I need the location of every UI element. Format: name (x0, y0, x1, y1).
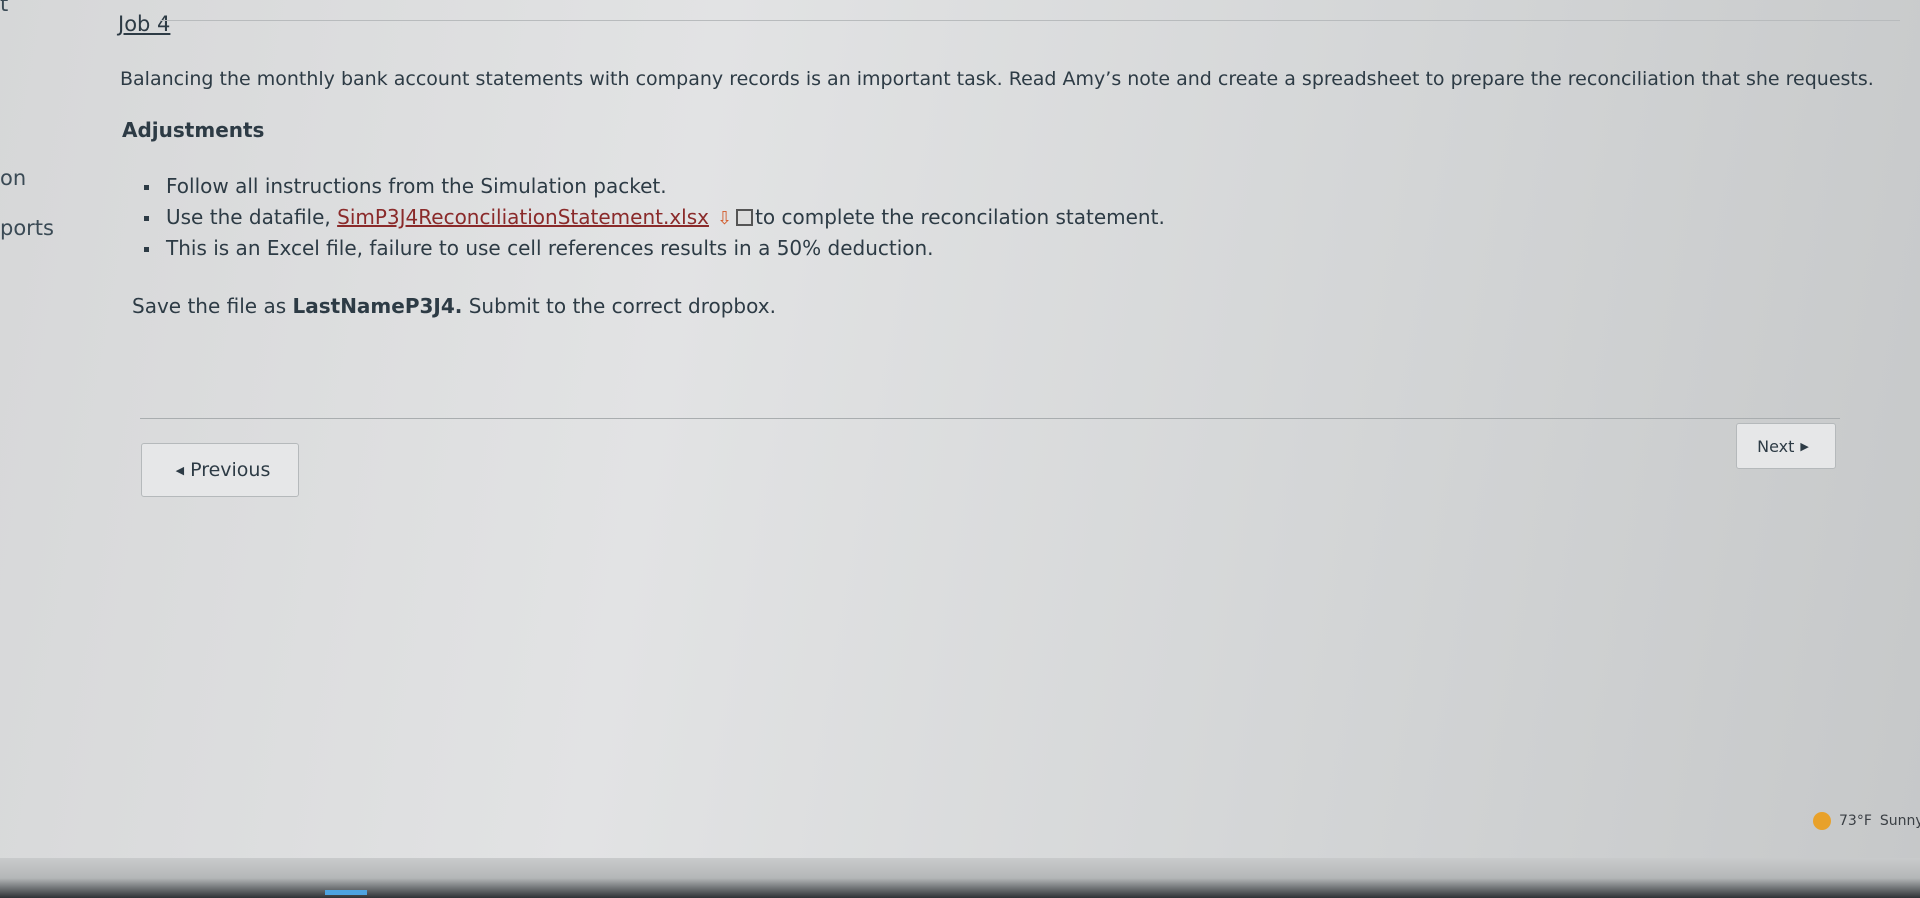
save-instructions: Save the file as LastNameP3J4. Submit to… (132, 294, 776, 318)
triangle-left-icon: ◀ (175, 463, 185, 477)
list-item-text: Follow all instructions from the Simulat… (166, 174, 667, 198)
list-item: Follow all instructions from the Simulat… (140, 174, 1165, 205)
next-label: Next (1757, 436, 1795, 456)
weather-condition: Sunny (1879, 813, 1920, 829)
previous-label: Previous (190, 459, 271, 481)
file-name: LastNameP3J4. (292, 294, 463, 318)
sun-icon (1813, 812, 1831, 830)
list-item-text: Use the datafile, (166, 205, 338, 229)
taskbar-active-indicator (325, 890, 367, 895)
previous-button[interactable]: ◀ Previous (141, 443, 299, 497)
page-title: Job 4 (118, 12, 171, 36)
section-heading: Adjustments (122, 118, 265, 142)
sidebar-fragment-top[interactable]: t (0, 0, 8, 16)
save-note-text: Save the file as (132, 294, 293, 318)
weather-widget[interactable]: 73°F Sunny (1813, 812, 1920, 830)
intro-text: Balancing the monthly bank account state… (120, 68, 1874, 90)
list-item-text: to complete the reconcilation statement. (755, 205, 1165, 229)
taskbar (0, 858, 1920, 898)
datafile-link[interactable]: SimP3J4ReconciliationStatement.xlsx (337, 205, 709, 229)
download-icon[interactable]: ⇩ (717, 208, 732, 229)
sidebar-fragment-mid[interactable]: on (0, 166, 26, 190)
weather-temp: 73°F (1839, 813, 1872, 829)
sidebar-fragment-low[interactable]: ports (0, 216, 54, 240)
top-divider (160, 20, 1900, 21)
next-button[interactable]: Next ▶ (1736, 423, 1836, 469)
instruction-list: Follow all instructions from the Simulat… (140, 174, 1165, 267)
list-item: Use the datafile, SimP3J4ReconciliationS… (140, 205, 1165, 236)
nav-divider (140, 418, 1840, 419)
list-item-text: This is an Excel file, failure to use ce… (166, 236, 934, 260)
preview-icon[interactable] (736, 209, 754, 226)
list-item: This is an Excel file, failure to use ce… (140, 236, 1165, 267)
triangle-right-icon: ▶ (1800, 439, 1809, 453)
save-note-text: Submit to the correct dropbox. (462, 294, 776, 318)
